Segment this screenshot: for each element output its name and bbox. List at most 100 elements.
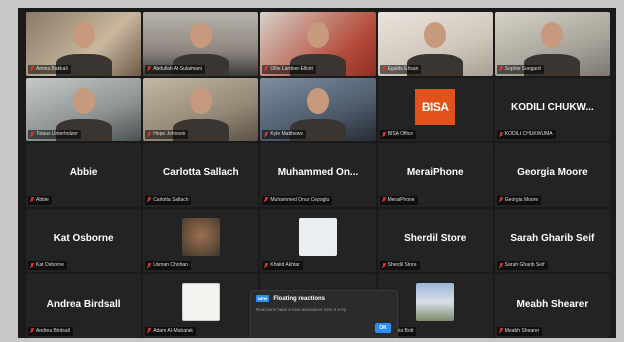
- muted-mic-icon: [30, 262, 34, 269]
- participant-name-label: KODILI CHUKWUMA: [504, 131, 553, 138]
- participant-tile[interactable]: Egalds Ehsan: [377, 12, 493, 76]
- participant-name-tag: Khalid Akhtar: [262, 261, 303, 271]
- participant-name-tag: Meabh Shearer: [496, 326, 543, 336]
- participant-tile[interactable]: Sophie Songard: [494, 12, 610, 76]
- gallery-view: Amina Bakkali Abdullah Al-Sulaimani Ollie …: [18, 8, 616, 338]
- participant-name-tag: Abdullah Al-Sulaimani: [145, 64, 205, 74]
- participant-name-tag: Carlotta Sallach: [145, 195, 192, 205]
- muted-mic-icon: [499, 197, 503, 203]
- participant-name-label: Ollie Lardner-Elliott: [270, 65, 313, 72]
- participant-tile[interactable]: Andrea Birdsall Andrea Birdsall: [26, 274, 142, 338]
- participant-name-tag: Tobias Unterholzer: [28, 130, 81, 140]
- muted-mic-icon: [147, 66, 151, 72]
- muted-mic-icon: [499, 66, 503, 72]
- participant-name-tag: Adam Al-Mubarak: [145, 326, 196, 336]
- participant-name-label: Amina Bakkali: [36, 65, 68, 72]
- muted-mic-icon: [30, 328, 34, 334]
- person-head: [306, 87, 329, 114]
- new-badge: NEW: [256, 295, 270, 302]
- muted-mic-icon: [264, 66, 268, 72]
- person-head: [306, 22, 329, 48]
- participant-display-name: Georgia Moore: [517, 167, 588, 179]
- participant-tile[interactable]: Hope Johnson: [143, 77, 259, 142]
- participant-name-label: Usman Chohan: [153, 262, 188, 269]
- participant-tile[interactable]: Georgia Moore Georgia Moore: [494, 143, 610, 207]
- participant-tile[interactable]: BISA BISA Office: [377, 77, 493, 142]
- participant-display-name: Abbie: [69, 167, 98, 179]
- participant-name-label: Abdullah Al-Sulaimani: [153, 65, 202, 72]
- person-head: [72, 22, 95, 48]
- muted-mic-icon: [264, 262, 268, 269]
- participant-display-name: Sherdil Store: [404, 232, 467, 244]
- muted-mic-icon: [382, 197, 386, 203]
- participant-tile[interactable]: Khalid Akhtar: [260, 208, 376, 273]
- participant-tile[interactable]: Abdullah Al-Sulaimani: [143, 12, 259, 76]
- participant-tile[interactable]: KODILI CHUKW... KODILI CHUKWUMA: [494, 77, 610, 142]
- muted-mic-icon: [499, 328, 503, 334]
- participant-name-tag: Kat Osborne: [28, 261, 68, 271]
- participant-name-tag: Muhammed Onur Cepoglu: [262, 195, 333, 205]
- participant-name-label: Kyle Matthews: [270, 131, 303, 138]
- participant-tile[interactable]: Ollie Lardner-Elliott: [260, 12, 376, 76]
- participant-name-tag: Georgia Moore: [496, 195, 542, 205]
- participant-name-label: BISA Office: [387, 131, 414, 138]
- participant-display-name: MeraiPhone: [406, 167, 464, 179]
- profile-picture: [181, 283, 220, 322]
- muted-mic-icon: [30, 66, 34, 72]
- participant-tile[interactable]: Kyle Matthews: [260, 77, 376, 142]
- participant-name-tag: Egalds Ehsan: [379, 64, 422, 74]
- participant-tile[interactable]: Carlotta Sallach Carlotta Sallach: [143, 143, 259, 207]
- participant-display-name: Carlotta Sallach: [162, 167, 239, 179]
- participant-display-name: Kat Osborne: [53, 232, 114, 244]
- participant-name-label: Tobias Unterholzer: [36, 131, 78, 138]
- participant-tile[interactable]: Usman Chohan: [143, 208, 259, 273]
- muted-mic-icon: [264, 197, 268, 203]
- participant-name-label: Adam Al-Mubarak: [153, 327, 193, 334]
- muted-mic-icon: [147, 328, 151, 334]
- person-head: [424, 22, 447, 48]
- muted-mic-icon: [147, 262, 151, 269]
- participant-tile[interactable]: Amina Bakkali: [26, 12, 142, 76]
- participant-display-name: KODILI CHUKW...: [511, 101, 594, 113]
- participant-tile[interactable]: Tobias Unterholzer: [26, 77, 142, 142]
- participant-name-label: Abbie: [36, 196, 49, 203]
- participant-display-name: Sarah Gharib Seif: [510, 232, 595, 244]
- muted-mic-icon: [147, 131, 151, 138]
- participant-name-label: Muhammed Onur Cepoglu: [270, 196, 330, 203]
- notification-toast: NEW Floating reactions Reactions have a …: [250, 290, 398, 338]
- participant-tile[interactable]: MeraiPhone MeraiPhone: [377, 143, 493, 207]
- participant-name-tag: Sarah Gharib Seif: [496, 261, 548, 271]
- participant-name-tag: BISA Office: [379, 130, 417, 140]
- participant-tile[interactable]: Meabh Shearer Meabh Shearer: [494, 274, 610, 338]
- profile-picture: [298, 217, 337, 256]
- participant-name-label: Egalds Ehsan: [387, 65, 419, 72]
- participant-tile[interactable]: Adam Al-Mubarak: [143, 274, 259, 338]
- person-head: [189, 87, 212, 114]
- participant-name-tag: Amina Bakkali: [28, 64, 71, 74]
- participant-tile[interactable]: Muhammed On... Muhammed Onur Cepoglu: [260, 143, 376, 207]
- participant-tile[interactable]: Sarah Gharib Seif Sarah Gharib Seif: [494, 208, 610, 273]
- muted-mic-icon: [30, 197, 34, 203]
- participant-name-label: Hope Johnson: [153, 131, 186, 138]
- ok-button[interactable]: OK: [375, 323, 391, 333]
- profile-picture: [181, 217, 220, 256]
- participant-tile[interactable]: Abbie Abbie: [26, 143, 142, 207]
- muted-mic-icon: [382, 262, 386, 269]
- muted-mic-icon: [30, 131, 34, 138]
- participant-tile[interactable]: Kat Osborne Kat Osborne: [26, 208, 142, 273]
- participant-name-label: MeraiPhone: [387, 196, 415, 203]
- toast-title: Floating reactions: [273, 295, 326, 302]
- participant-name-tag: Usman Chohan: [145, 261, 191, 271]
- participant-name-tag: Hope Johnson: [145, 130, 189, 140]
- participant-name-label: Kat Osborne: [36, 262, 65, 269]
- muted-mic-icon: [264, 131, 268, 138]
- participant-display-name: Meabh Shearer: [516, 298, 589, 310]
- person-head: [541, 22, 564, 48]
- participant-name-tag: Sophie Songard: [496, 64, 544, 74]
- participant-name-label: Meabh Shearer: [504, 327, 540, 334]
- participant-name-label: Andrea Birdsall: [36, 327, 70, 334]
- bisa-logo: BISA: [415, 89, 456, 126]
- muted-mic-icon: [382, 131, 386, 138]
- person-head: [72, 87, 95, 114]
- participant-tile[interactable]: Sherdil Store Sherdil Store: [377, 208, 493, 273]
